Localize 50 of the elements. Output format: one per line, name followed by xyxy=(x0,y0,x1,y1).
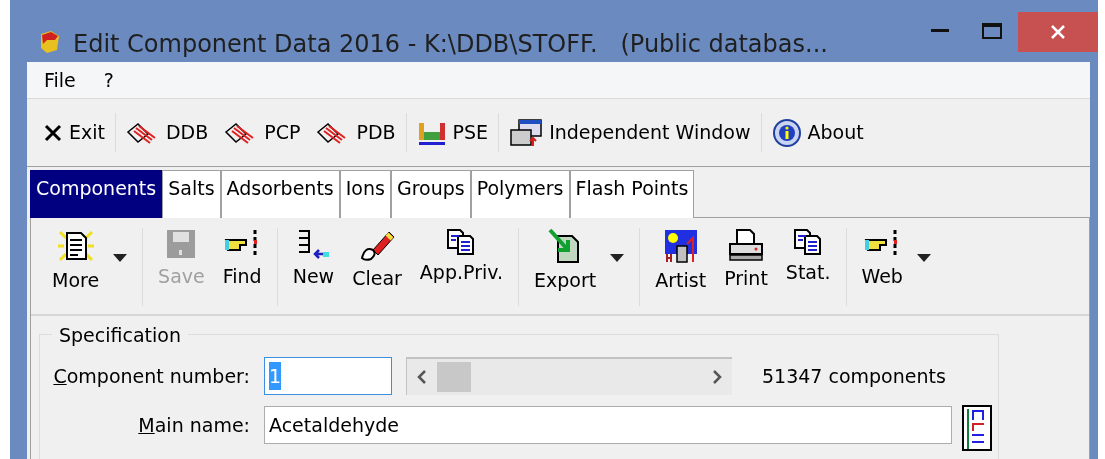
close-icon xyxy=(1050,24,1066,40)
tab[interactable]: Ions xyxy=(339,170,391,218)
info-icon xyxy=(771,117,802,148)
minimize-icon xyxy=(931,29,949,33)
copy-documents-icon xyxy=(446,228,477,256)
tab[interactable]: Adsorbents xyxy=(220,170,340,218)
tab[interactable]: Groups xyxy=(390,170,471,218)
exit-icon xyxy=(43,122,63,143)
toolbar-button[interactable]: DDB xyxy=(118,118,217,147)
toolbar-button[interactable]: Find xyxy=(213,228,271,314)
field-label: Component number: xyxy=(52,363,250,389)
close-button[interactable] xyxy=(1018,12,1098,52)
toolbar-button[interactable]: More xyxy=(43,228,137,314)
toolbar-button[interactable]: PCP xyxy=(216,118,309,147)
maximize-icon xyxy=(982,23,1002,39)
toolbar-button[interactable]: Stat. xyxy=(776,228,840,314)
exit-button[interactable]: Exit xyxy=(35,118,113,147)
tab[interactable]: Components xyxy=(30,170,163,218)
toolbar-button[interactable]: Web xyxy=(852,228,940,314)
document-icon xyxy=(57,228,94,264)
tab[interactable]: Salts xyxy=(162,170,221,218)
toolbar-button[interactable]: New xyxy=(283,228,344,314)
alias-icon[interactable] xyxy=(962,405,992,451)
toolbar-button[interactable]: App.Priv. xyxy=(410,228,513,314)
menu-item[interactable]: File xyxy=(40,65,80,95)
toolbar-button[interactable]: PDB xyxy=(308,118,404,147)
tab[interactable]: Flash Points xyxy=(569,170,695,218)
printer-icon xyxy=(728,228,764,262)
toolbar-button[interactable]: About xyxy=(763,117,872,148)
tab[interactable]: Polymers xyxy=(470,170,570,218)
scrollbar-thumb[interactable] xyxy=(437,362,471,392)
toolbar-button[interactable]: Print xyxy=(715,228,777,314)
window-title: Edit Component Data 2016 - K:\DDB\STOFF. (Public databas... xyxy=(73,29,828,60)
app-icon xyxy=(39,30,61,54)
component-count: 51347 components xyxy=(762,363,946,389)
dropdown-arrow-icon xyxy=(916,254,931,262)
toolbar-button[interactable]: Artist xyxy=(646,228,716,314)
menu-item[interactable]: ? xyxy=(99,65,118,95)
dropdown-arrow-icon xyxy=(610,254,625,262)
toolbar-button[interactable]: Export xyxy=(525,228,634,314)
field-label: Main name: xyxy=(137,412,250,438)
toolbar-button[interactable]: Independent Window xyxy=(501,117,759,148)
copy-documents-icon xyxy=(793,228,824,256)
toolbar-button[interactable]: Clear xyxy=(343,228,411,314)
dropdown-arrow-icon xyxy=(113,254,128,262)
toolbar-button[interactable]: PSE xyxy=(408,118,497,147)
main-name-field[interactable]: Acetaldehyde xyxy=(264,406,952,444)
horizontal-scrollbar[interactable] xyxy=(406,357,732,395)
windows-icon xyxy=(509,117,544,148)
painting-icon xyxy=(662,228,699,264)
